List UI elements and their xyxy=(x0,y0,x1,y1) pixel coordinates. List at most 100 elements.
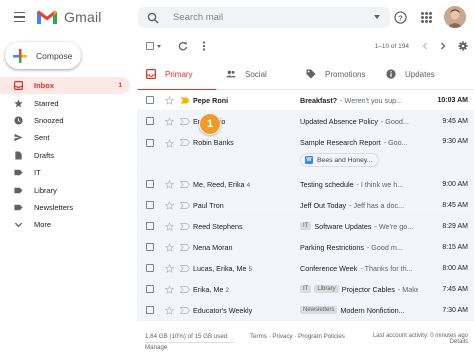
email-row[interactable]: Robin Banks Sample Research Report - Goo.… xyxy=(137,132,474,174)
apps-grid-icon[interactable] xyxy=(421,11,432,23)
star-outline-icon[interactable] xyxy=(165,95,174,105)
row-checkbox[interactable] xyxy=(146,222,154,230)
star-outline-icon[interactable] xyxy=(165,284,174,294)
sender-name: Pepe Roni xyxy=(193,95,229,105)
row-checkbox[interactable] xyxy=(146,201,154,209)
label-icon xyxy=(14,169,23,176)
gmail-logo[interactable]: Gmail xyxy=(36,4,102,30)
star-outline-icon[interactable] xyxy=(165,263,174,273)
important-marker-icon[interactable] xyxy=(180,285,190,293)
sidebar-item-label: Drafts xyxy=(34,150,55,160)
sidebar-item-it[interactable]: IT xyxy=(0,164,130,181)
draft-icon xyxy=(15,151,22,160)
label-chip[interactable]: IT xyxy=(300,222,312,230)
important-marker-icon[interactable] xyxy=(180,117,190,125)
email-list: Pepe Roni Breakfast? - Weren't you sup...… xyxy=(137,90,474,321)
email-row[interactable]: Educator's Weekly Newsletters Modern Nonf… xyxy=(137,300,474,321)
tab-promotions[interactable]: Promotions xyxy=(297,58,377,90)
snippet-text: - I think we h... xyxy=(356,179,404,189)
select-all-checkbox[interactable] xyxy=(146,42,154,50)
email-row[interactable]: Pepe Roni Breakfast? - Weren't you sup...… xyxy=(137,90,474,111)
important-marker-icon[interactable] xyxy=(180,264,190,272)
sidebar-item-label: Snoozed xyxy=(34,115,64,125)
sidebar-item-starred[interactable]: Starred xyxy=(0,94,130,111)
email-subject: IT Software Updates - We're go... xyxy=(300,222,418,231)
row-checkbox[interactable] xyxy=(146,117,154,125)
sidebar-item-more[interactable]: More xyxy=(0,216,130,233)
attachment-chip[interactable]: W Bees and Honey... xyxy=(300,153,380,167)
search-options-icon[interactable] xyxy=(374,15,380,19)
row-checkbox[interactable] xyxy=(146,264,154,272)
email-row[interactable]: Reed Stephens IT Software Updates - We're … xyxy=(137,216,474,237)
email-row[interactable]: Erika, Me 2 IT Library Projector Cables - Ma… xyxy=(137,279,474,300)
email-sender: Lucas, Erika, Me 5 xyxy=(193,264,252,273)
row-checkbox[interactable] xyxy=(146,285,154,293)
important-marker-icon[interactable] xyxy=(180,306,190,314)
storage-bar xyxy=(145,342,235,343)
sidebar-item-snoozed[interactable]: Snoozed xyxy=(0,112,130,129)
email-row[interactable]: Nena Moran Parking Restrictions - Good m.… xyxy=(137,237,474,258)
row-checkbox[interactable] xyxy=(146,306,154,314)
snippet-text: - Good m... xyxy=(366,242,403,252)
email-row[interactable]: Paul Tron Jeff Out Today - Jeff has a doc… xyxy=(137,195,474,216)
gear-icon[interactable] xyxy=(458,41,468,51)
sidebar-item-drafts[interactable]: Drafts xyxy=(0,147,130,164)
label-chip[interactable]: Newsletters xyxy=(300,306,338,314)
label-chip[interactable]: IT xyxy=(300,285,312,293)
email-sender: Erika, Me 2 xyxy=(193,285,229,294)
important-marker-icon[interactable] xyxy=(180,243,190,251)
help-icon[interactable]: ? xyxy=(394,10,407,24)
main-menu-icon[interactable] xyxy=(6,4,32,30)
star-outline-icon[interactable] xyxy=(165,200,174,210)
sender-name: Paul Tron xyxy=(193,200,224,210)
select-options-icon[interactable] xyxy=(157,44,161,48)
more-vert-icon[interactable] xyxy=(199,41,209,51)
important-marker-icon[interactable] xyxy=(180,201,190,209)
star-outline-icon[interactable] xyxy=(165,116,174,126)
thread-count: 2 xyxy=(225,286,229,294)
email-row[interactable]: Lucas, Erika, Me 5 Conference Week - Thank… xyxy=(137,258,474,279)
compose-button[interactable]: Compose xyxy=(5,42,81,69)
email-date: 8:00 AM xyxy=(442,264,468,272)
svg-text:?: ? xyxy=(398,13,403,22)
important-marker-icon[interactable] xyxy=(180,139,190,146)
email-date: 8:45 AM xyxy=(442,201,468,209)
important-marker-icon[interactable] xyxy=(180,97,190,104)
search-icon[interactable] xyxy=(147,12,159,24)
star-outline-icon[interactable] xyxy=(165,242,174,252)
label-chip[interactable]: Library xyxy=(314,285,339,293)
important-marker-icon[interactable] xyxy=(180,222,190,230)
row-checkbox[interactable] xyxy=(146,96,154,104)
important-marker-icon[interactable] xyxy=(180,180,190,188)
email-sender: Robin Banks xyxy=(193,138,234,147)
row-checkbox[interactable] xyxy=(146,243,154,251)
star-outline-icon[interactable] xyxy=(165,179,174,189)
avatar[interactable] xyxy=(444,6,466,28)
search-input[interactable] xyxy=(173,12,363,23)
star-outline-icon[interactable] xyxy=(165,221,174,231)
row-checkbox[interactable] xyxy=(146,180,154,188)
email-date: 8:15 AM xyxy=(442,243,468,251)
tab-primary[interactable]: Primary xyxy=(137,58,217,91)
email-row[interactable]: Me, Reed, Erika 4 Testing schedule - I thi… xyxy=(137,174,474,195)
search-bar[interactable] xyxy=(138,7,390,28)
star-outline-icon[interactable] xyxy=(165,305,174,315)
sidebar-item-library[interactable]: Library xyxy=(0,181,130,198)
sidebar-item-sent[interactable]: Sent xyxy=(0,129,130,146)
manage-storage-link[interactable]: Manage xyxy=(145,344,167,351)
email-sender: Pepe Roni xyxy=(193,96,228,105)
tag-icon xyxy=(306,69,316,79)
refresh-icon[interactable] xyxy=(178,41,188,51)
activity-details-link[interactable]: Details xyxy=(373,339,468,345)
email-row[interactable]: Erin Loujo Updated Absence Policy- Good.… xyxy=(137,111,474,132)
sidebar-item-newsletters[interactable]: Newsletters xyxy=(0,199,130,216)
terms-links[interactable]: Terms · Privacy · Program Policies xyxy=(250,333,345,340)
gmail-m-icon xyxy=(37,10,57,24)
tab-social[interactable]: Social xyxy=(217,58,297,90)
sidebar-item-inbox[interactable]: Inbox 1 xyxy=(0,77,130,95)
chevron-left-icon[interactable] xyxy=(421,42,429,50)
row-checkbox[interactable] xyxy=(146,139,154,147)
chevron-right-icon[interactable] xyxy=(439,42,447,50)
tab-updates[interactable]: Updates xyxy=(377,58,457,90)
star-outline-icon[interactable] xyxy=(165,139,174,148)
